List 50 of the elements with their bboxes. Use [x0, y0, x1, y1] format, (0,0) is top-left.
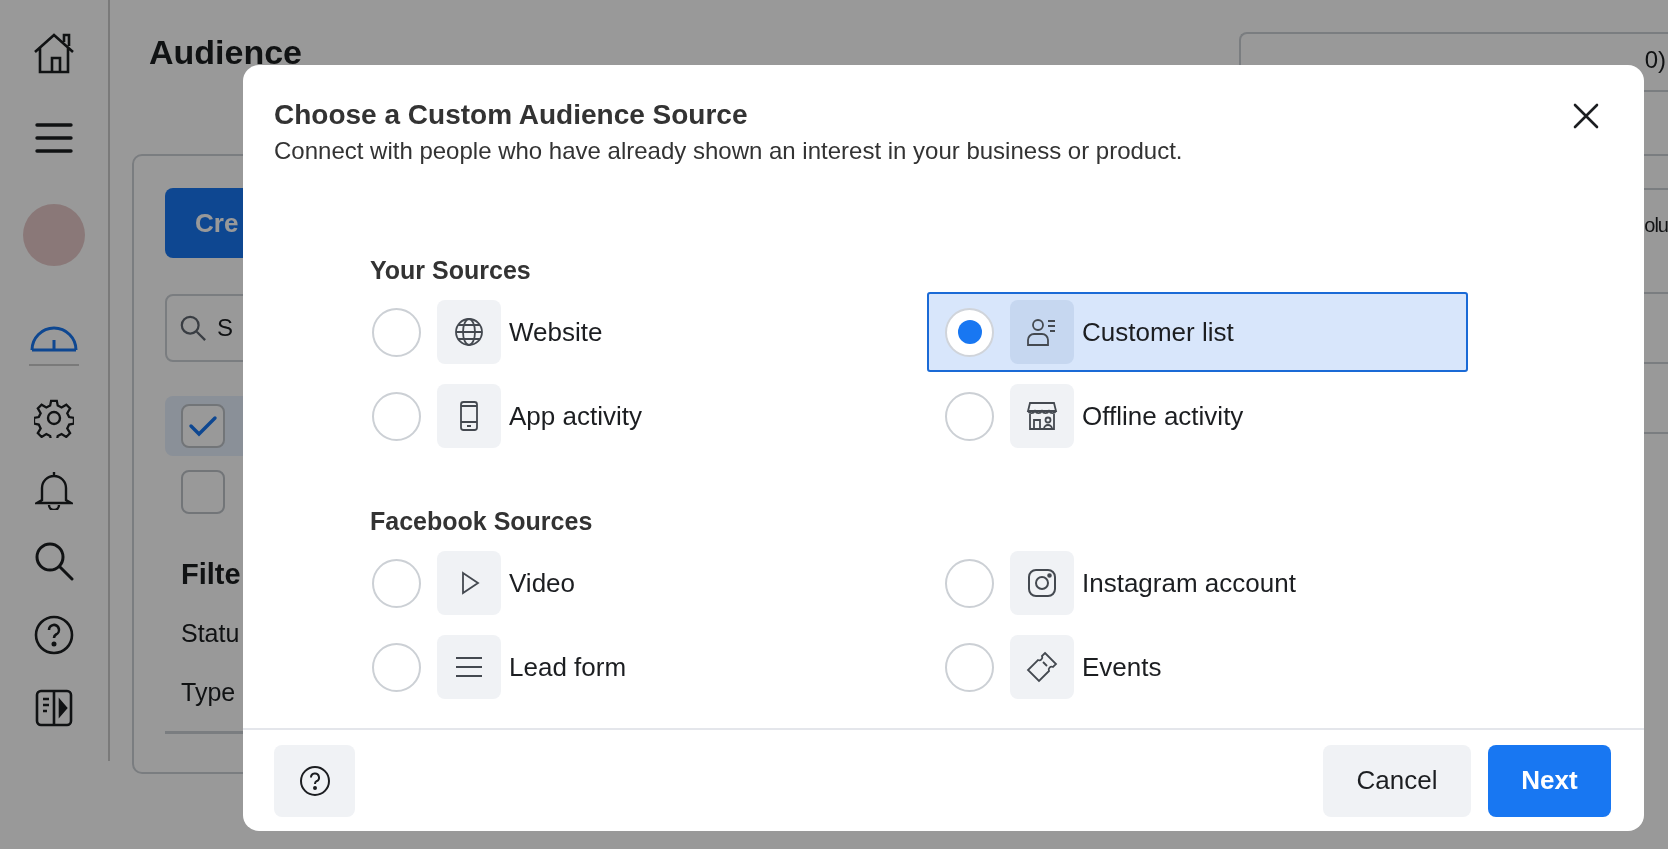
gauge-icon[interactable] [30, 326, 78, 352]
radio-button[interactable] [945, 558, 994, 608]
play-icon [437, 551, 501, 615]
settings-icon[interactable] [34, 398, 74, 438]
help-icon[interactable] [34, 615, 74, 655]
radio-button[interactable] [945, 307, 994, 357]
help-icon [298, 764, 331, 797]
radio-button[interactable] [372, 642, 421, 692]
search-icon [179, 314, 207, 342]
radio-button[interactable] [945, 642, 994, 692]
bell-icon[interactable] [35, 470, 73, 510]
next-button[interactable]: Next [1488, 744, 1611, 817]
page-title: Audience [149, 32, 303, 72]
ticket-icon [1010, 635, 1074, 699]
dialog-subtitle: Connect with people who have already shown an interest in your business or product. [274, 136, 1183, 166]
menu-icon[interactable] [35, 122, 73, 154]
source-option[interactable]: Website [354, 292, 927, 372]
filter-label: Statu [181, 619, 240, 648]
search-icon[interactable] [34, 541, 74, 581]
source-option[interactable]: Offline activity [927, 376, 1468, 456]
home-icon[interactable] [32, 32, 76, 74]
camera-icon [1010, 551, 1074, 615]
source-option[interactable]: Video [354, 543, 927, 623]
filter-label: Type [181, 678, 236, 707]
lines-icon [437, 635, 501, 699]
source-option[interactable]: App activity [354, 376, 927, 456]
side-panel-icon[interactable] [35, 689, 73, 727]
checkbox[interactable] [181, 404, 225, 448]
source-option[interactable]: Instagram account [927, 543, 1468, 623]
close-icon[interactable] [1572, 102, 1600, 130]
storefront-icon [1010, 384, 1074, 448]
checkmark-icon [188, 414, 218, 438]
radio-button[interactable] [372, 307, 421, 357]
column-heading: olu [1644, 213, 1668, 237]
radio-button[interactable] [372, 391, 421, 441]
cancel-button[interactable]: Cancel [1323, 744, 1471, 817]
dialog-title: Choose a Custom Audience Source [274, 98, 749, 132]
radio-button[interactable] [945, 391, 994, 441]
source-option[interactable]: Events [927, 627, 1468, 707]
help-button[interactable] [274, 744, 355, 817]
section-heading: Your Sources [370, 255, 532, 285]
section-heading: Facebook Sources [370, 506, 594, 536]
radio-button[interactable] [372, 558, 421, 608]
source-option[interactable]: Customer list [927, 292, 1468, 372]
phone-icon [437, 384, 501, 448]
checkbox[interactable] [181, 470, 225, 514]
filters-heading: Filte [181, 558, 241, 591]
contact-card-icon [1010, 300, 1074, 364]
source-option[interactable]: Lead form [354, 627, 927, 707]
globe-icon [437, 300, 501, 364]
